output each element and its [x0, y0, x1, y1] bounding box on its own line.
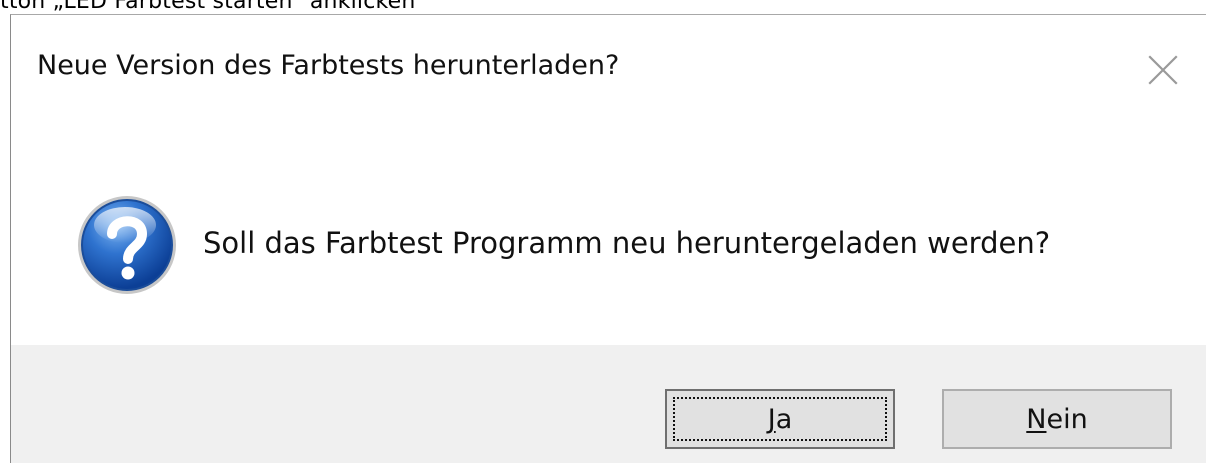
no-button-label: Nein	[1026, 404, 1087, 435]
yes-button-label-rest: a	[775, 403, 793, 435]
dialog-message-area: Soll das Farbtest Programm neu herunterg…	[11, 15, 1206, 345]
no-button-label-rest: ein	[1046, 403, 1088, 435]
dialog-message: Soll das Farbtest Programm neu herunterg…	[203, 226, 1051, 260]
background-instruction-text: tton „LED Farbtest starten“ anklicken	[0, 0, 416, 14]
dialog-button-bar: Ja Nein	[11, 345, 1206, 463]
yes-button[interactable]: Ja	[665, 389, 895, 449]
no-button[interactable]: Nein	[942, 389, 1172, 449]
download-confirmation-dialog: Neue Version des Farbtests herunterladen…	[10, 14, 1206, 463]
question-icon	[73, 191, 181, 299]
yes-button-label: Ja	[768, 404, 793, 435]
no-button-mnemonic: N	[1026, 403, 1047, 435]
yes-button-mnemonic: J	[767, 403, 776, 435]
